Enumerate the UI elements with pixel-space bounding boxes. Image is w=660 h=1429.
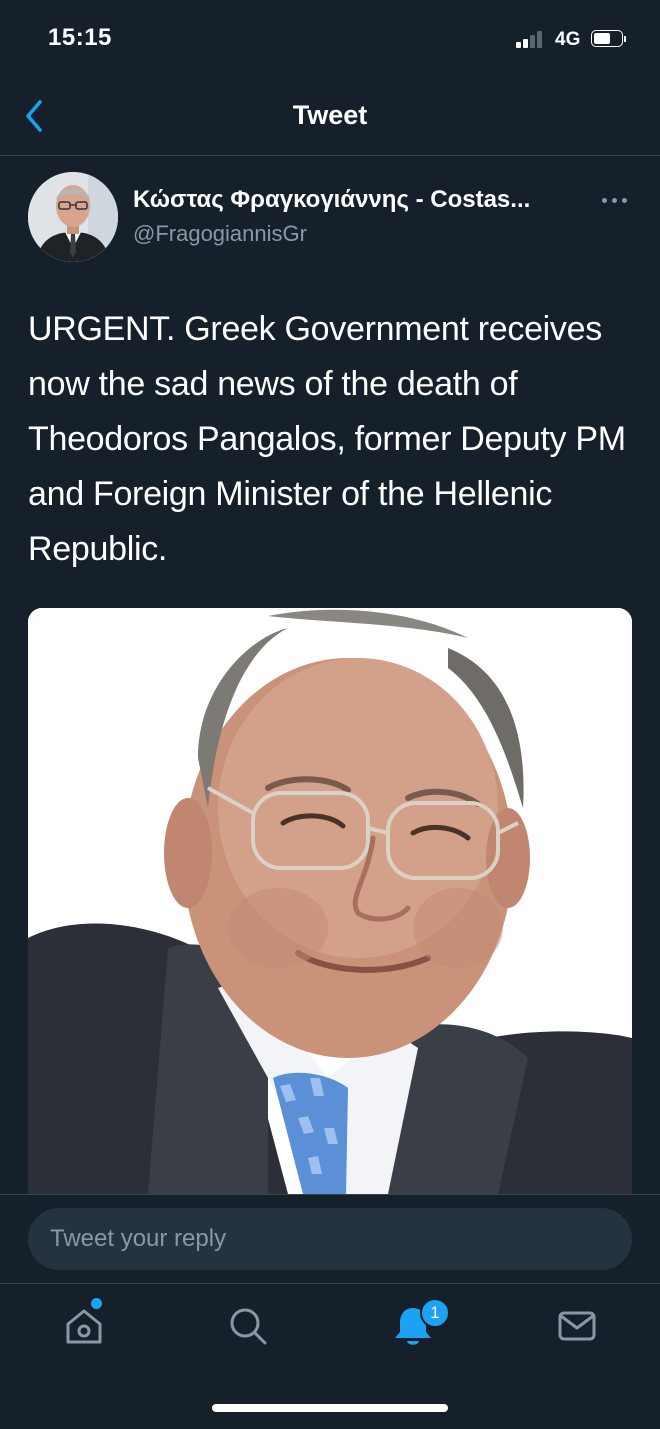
notifications-badge: 1 — [420, 1298, 450, 1328]
network-type: 4G — [555, 29, 581, 50]
more-options-button[interactable] — [600, 190, 630, 210]
status-time: 15:15 — [48, 24, 112, 51]
page-title: Tweet — [292, 100, 368, 130]
tweet-image[interactable] — [28, 608, 632, 1194]
avatar[interactable] — [28, 172, 118, 262]
search-icon — [230, 1308, 267, 1345]
header-divider — [0, 155, 660, 156]
tab-search[interactable] — [224, 1302, 272, 1350]
home-unread-dot — [91, 1298, 102, 1309]
battery-icon — [591, 30, 627, 49]
tab-home[interactable] — [60, 1302, 108, 1350]
author-handle[interactable]: @FragogiannisGr — [133, 221, 307, 247]
reply-divider — [0, 1194, 660, 1195]
tab-messages[interactable] — [553, 1302, 601, 1350]
tweet-text: URGENT. Greek Government receives now th… — [28, 310, 626, 568]
tabbar-divider — [0, 1283, 660, 1284]
home-indicator[interactable] — [212, 1404, 448, 1412]
mail-icon — [558, 1311, 596, 1341]
reply-input[interactable]: Tweet your reply — [28, 1208, 632, 1270]
signal-bars-icon — [516, 30, 548, 48]
home-icon — [66, 1309, 102, 1344]
author-name[interactable]: Κώστας Φραγκογιάννης - Costas... — [133, 186, 583, 214]
